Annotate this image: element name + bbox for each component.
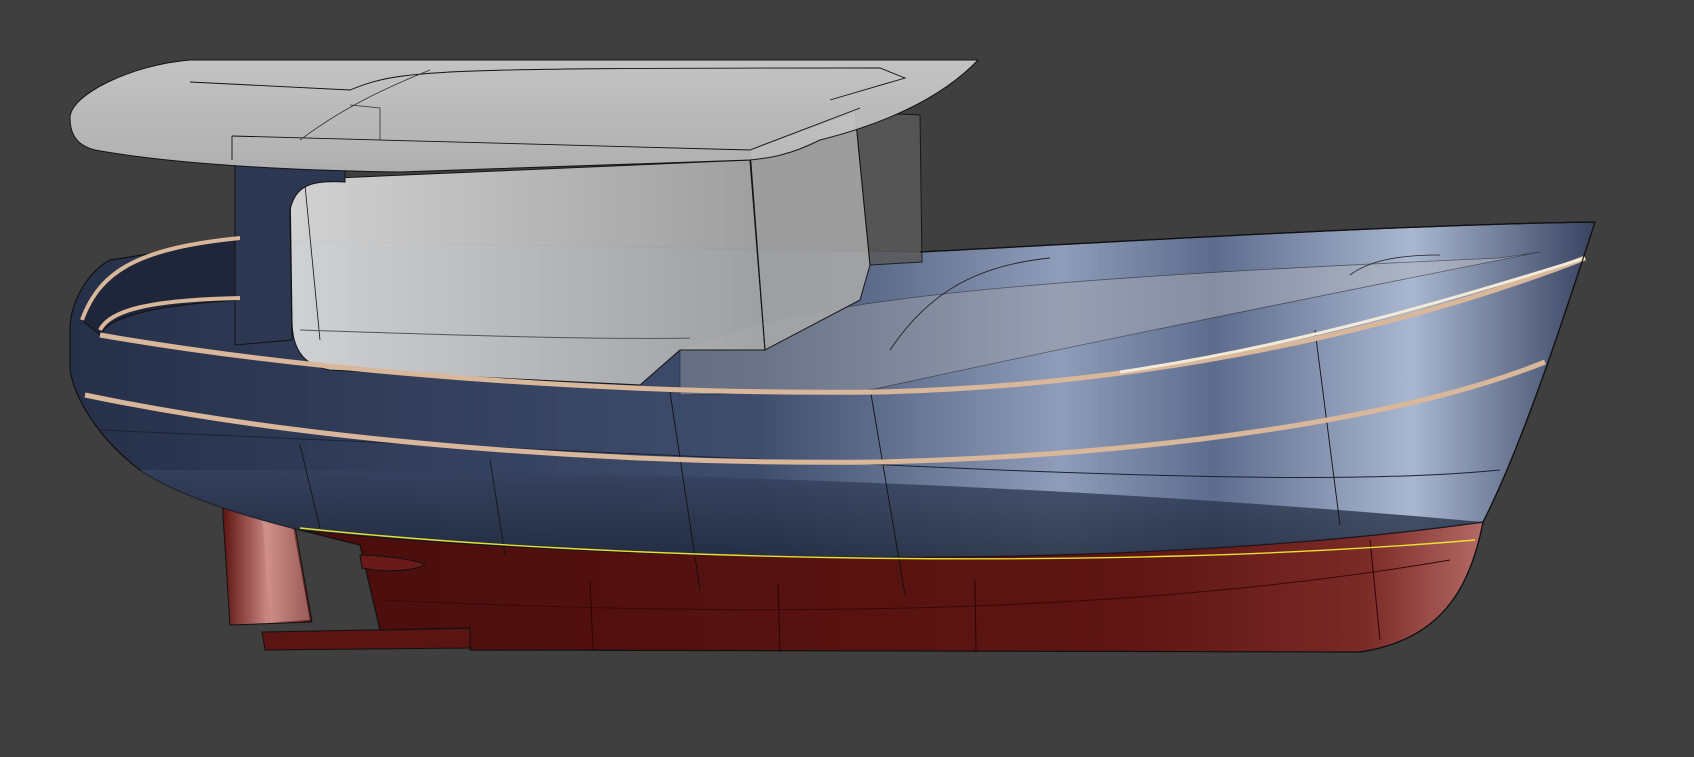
keel-skeg [261,627,471,651]
boat-model-svg [69,59,1596,653]
render-viewport [0,0,1694,757]
